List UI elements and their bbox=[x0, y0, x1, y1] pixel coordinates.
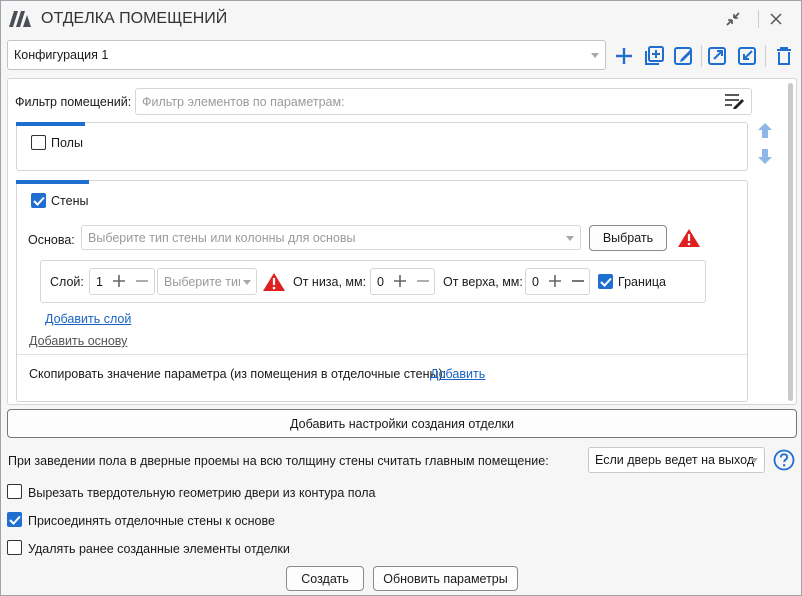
add-settings-button[interactable]: Добавить настройки создания отделки bbox=[7, 409, 797, 438]
plus-icon[interactable] bbox=[113, 275, 125, 287]
top-offset-label: От верха, мм: bbox=[443, 275, 523, 289]
warning-icon bbox=[263, 273, 285, 291]
section-tab-indicator bbox=[16, 180, 89, 184]
bottom-offset-value: 0 bbox=[377, 274, 384, 289]
check-icon bbox=[8, 515, 21, 525]
toolbar-divider bbox=[701, 45, 702, 67]
join-walls-checkbox[interactable] bbox=[7, 512, 22, 527]
walls-section: Стены Основа: Выберите тип стены или кол… bbox=[16, 180, 748, 402]
chevron-down-icon bbox=[591, 53, 599, 58]
duplicate-icon[interactable] bbox=[643, 45, 665, 67]
floors-label: Полы bbox=[51, 136, 83, 150]
border-checkbox[interactable] bbox=[598, 274, 613, 289]
delete-old-elements-checkbox[interactable] bbox=[7, 540, 22, 555]
section-divider bbox=[17, 354, 747, 355]
walls-label: Стены bbox=[51, 194, 89, 208]
close-icon[interactable] bbox=[769, 12, 783, 26]
door-option-value: Если дверь ведет на выход bbox=[595, 453, 755, 467]
layer-label: Слой: bbox=[50, 275, 84, 289]
window-title: ОТДЕЛКА ПОМЕЩЕНИЙ bbox=[41, 10, 228, 27]
add-layer-link[interactable]: Добавить слой bbox=[45, 312, 131, 326]
border-label: Граница bbox=[618, 275, 666, 289]
delete-old-elements-label: Удалять ранее созданные элементы отделки bbox=[28, 542, 290, 556]
layer-type-placeholder: Выберите тип bbox=[164, 274, 240, 289]
copy-param-text: Скопировать значение параметра (из помещ… bbox=[29, 367, 447, 381]
filter-edit-icon[interactable] bbox=[724, 93, 746, 109]
app-logo-icon bbox=[9, 11, 31, 27]
create-button[interactable]: Создать bbox=[286, 566, 364, 591]
chevron-down-icon bbox=[243, 280, 251, 285]
plus-icon[interactable] bbox=[394, 275, 406, 287]
move-down-icon[interactable] bbox=[757, 148, 773, 165]
filter-label: Фильтр помещений: bbox=[15, 95, 132, 109]
cut-door-geometry-checkbox[interactable] bbox=[7, 484, 22, 499]
update-parameters-button[interactable]: Обновить параметры bbox=[373, 566, 518, 591]
title-divider bbox=[758, 10, 759, 28]
create-button-label: Создать bbox=[301, 571, 349, 586]
config-select-value: Конфигурация 1 bbox=[14, 48, 109, 62]
base-label: Основа: bbox=[28, 233, 75, 247]
door-option-text: При заведении пола в дверные проемы на в… bbox=[8, 454, 549, 468]
add-icon[interactable] bbox=[613, 45, 635, 67]
layer-type-select[interactable]: Выберите тип bbox=[157, 268, 257, 295]
section-tab-indicator bbox=[16, 122, 85, 126]
main-window: ОТДЕЛКА ПОМЕЩЕНИЙ Конфигурация 1 Фильтр … bbox=[0, 0, 802, 596]
base-type-select[interactable]: Выберите тип стены или колонны для основ… bbox=[81, 225, 581, 250]
settings-panel: Фильтр помещений: Фильтр элементов по па… bbox=[7, 78, 797, 405]
choose-button-label: Выбрать bbox=[602, 231, 654, 245]
warning-icon bbox=[678, 229, 700, 247]
collapse-icon[interactable] bbox=[723, 9, 743, 29]
bottom-offset-label: От низа, мм: bbox=[293, 275, 367, 289]
export-icon[interactable] bbox=[707, 45, 729, 67]
minus-icon[interactable] bbox=[136, 275, 148, 287]
import-icon[interactable] bbox=[737, 45, 759, 67]
filter-placeholder: Фильтр элементов по параметрам: bbox=[142, 94, 345, 109]
check-icon bbox=[32, 196, 45, 206]
add-settings-label: Добавить настройки создания отделки bbox=[290, 416, 514, 431]
layer-value: 1 bbox=[96, 274, 103, 289]
layer-row: Слой: 1 Выберите тип От низа, мм: 0 От в… bbox=[40, 260, 706, 303]
cut-door-geometry-label: Вырезать твердотельную геометрию двери и… bbox=[28, 486, 376, 500]
minus-icon[interactable] bbox=[417, 275, 429, 287]
top-offset-value: 0 bbox=[532, 274, 539, 289]
edit-icon[interactable] bbox=[673, 45, 695, 67]
floors-section: Полы bbox=[16, 122, 748, 171]
move-up-icon[interactable] bbox=[757, 122, 773, 139]
join-walls-label: Присоединять отделочные стены к основе bbox=[28, 514, 275, 528]
toolbar-divider bbox=[765, 45, 766, 67]
scrollbar[interactable] bbox=[788, 83, 793, 401]
minus-icon[interactable] bbox=[572, 275, 584, 287]
choose-button[interactable]: Выбрать bbox=[589, 225, 667, 251]
chevron-down-icon bbox=[750, 458, 758, 463]
walls-checkbox[interactable] bbox=[31, 193, 46, 208]
check-icon bbox=[599, 277, 612, 287]
help-icon[interactable] bbox=[773, 449, 795, 471]
base-type-placeholder: Выберите тип стены или колонны для основ… bbox=[88, 230, 356, 245]
delete-icon[interactable] bbox=[773, 45, 795, 67]
update-parameters-label: Обновить параметры bbox=[383, 571, 508, 586]
floors-checkbox[interactable] bbox=[31, 135, 46, 150]
title-bar: ОТДЕЛКА ПОМЕЩЕНИЙ bbox=[1, 1, 801, 37]
config-select[interactable]: Конфигурация 1 bbox=[7, 40, 606, 70]
copy-param-add-link[interactable]: Добавить bbox=[430, 367, 485, 381]
add-base-link[interactable]: Добавить основу bbox=[29, 334, 127, 348]
door-option-select[interactable]: Если дверь ведет на выход bbox=[588, 447, 765, 473]
filter-input[interactable]: Фильтр элементов по параметрам: bbox=[135, 88, 752, 115]
plus-icon[interactable] bbox=[549, 275, 561, 287]
chevron-down-icon bbox=[566, 236, 574, 241]
